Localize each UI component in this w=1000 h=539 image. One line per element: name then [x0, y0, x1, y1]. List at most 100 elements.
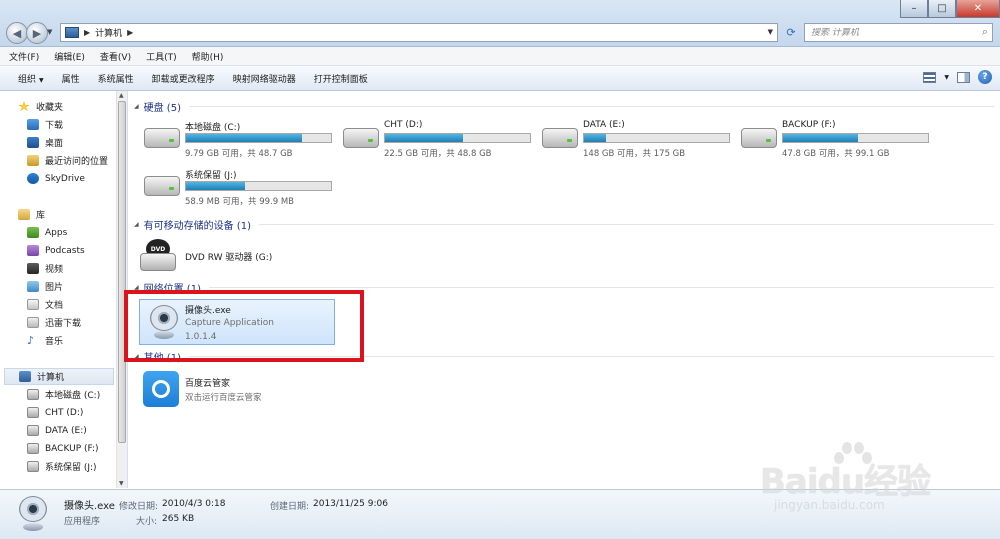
address-dropdown-icon[interactable]: ▼ [768, 28, 773, 36]
menu-view[interactable]: 查看(V) [91, 50, 137, 63]
nav-scrollbar-thumb[interactable] [118, 101, 126, 443]
hard-drive-icon [27, 425, 39, 436]
documents-icon [27, 299, 39, 310]
search-icon[interactable]: ⌕ [982, 25, 988, 39]
recent-pages-dropdown[interactable]: ▼ [47, 28, 52, 36]
nav-item-documents[interactable]: 文档 [27, 296, 127, 313]
menu-edit[interactable]: 编辑(E) [45, 50, 91, 63]
drive-size: 22.5 GB 可用，共 48.8 GB [384, 149, 492, 159]
details-modified-value: 2010/4/3 0:18 [162, 499, 226, 509]
nav-favorites[interactable]: 收藏夹 [18, 98, 127, 115]
baidu-cloud-icon[interactable] [143, 371, 179, 407]
other-item-name[interactable]: 百度云管家 [185, 376, 230, 389]
nav-item-recent-places[interactable]: 最近访问的位置 [27, 152, 127, 169]
maximize-button[interactable]: □ [928, 0, 956, 18]
nav-computer[interactable]: 计算机 [4, 368, 114, 385]
scroll-up-icon[interactable]: ▲ [119, 92, 124, 99]
nav-label: 桌面 [45, 139, 64, 149]
nav-item-pictures[interactable]: 图片 [27, 278, 127, 295]
nav-item-videos[interactable]: 视频 [27, 260, 127, 277]
menu-help[interactable]: 帮助(H) [183, 50, 230, 63]
back-arrow-icon: ◀ [12, 26, 22, 40]
refresh-icon[interactable]: ⟳ [783, 24, 799, 41]
drive-tile-d[interactable]: CHT (D:) 22.5 GB 可用，共 48.8 GB [335, 117, 531, 159]
group-header-hdd[interactable]: ◢ 硬盘 (5) [134, 99, 994, 114]
group-title: 硬盘 (5) [143, 103, 181, 114]
window-controls: – □ ✕ [900, 0, 1000, 18]
nav-label: 文档 [45, 301, 64, 311]
nav-item-drive-d[interactable]: CHT (D:) [27, 404, 127, 421]
breadcrumb-separator-icon[interactable]: ▶ [127, 28, 133, 37]
nav-item-music[interactable]: ♪ 音乐 [27, 332, 127, 349]
nav-item-drive-f[interactable]: BACKUP (F:) [27, 440, 127, 457]
breadcrumb-separator-icon[interactable]: ▶ [84, 28, 90, 37]
nav-label: 音乐 [45, 337, 64, 347]
dvd-drive-body [140, 253, 176, 271]
nav-item-podcasts[interactable]: Podcasts [27, 242, 127, 259]
scroll-down-icon[interactable]: ▼ [119, 480, 124, 487]
nav-item-skydrive[interactable]: SkyDrive [27, 170, 127, 187]
search-input[interactable] [805, 27, 976, 38]
nav-label: 收藏夹 [36, 103, 64, 113]
nav-label: 系统保留 (J:) [45, 463, 97, 473]
group-divider [258, 224, 994, 225]
breadcrumb-computer[interactable]: 计算机 [95, 26, 122, 39]
collapse-icon[interactable]: ◢ [134, 103, 139, 110]
nav-item-desktop[interactable]: 桌面 [27, 134, 127, 151]
details-file-type: 应用程序 [64, 517, 101, 527]
collapse-icon[interactable]: ◢ [134, 221, 139, 228]
nav-libraries[interactable]: 库 [18, 206, 127, 223]
change-view-icon[interactable] [923, 71, 937, 83]
nav-item-apps[interactable]: Apps [27, 224, 127, 241]
menu-tools[interactable]: 工具(T) [137, 50, 183, 63]
menu-bar: 文件(F) 编辑(E) 查看(V) 工具(T) 帮助(H) [0, 47, 1000, 66]
view-dropdown-icon[interactable]: ▼ [944, 74, 949, 81]
uninstall-program-button[interactable]: 卸载或更改程序 [144, 72, 225, 85]
group-header-removable[interactable]: ◢ 有可移动存储的设备 (1) [134, 217, 994, 232]
details-created-value: 2013/11/25 9:06 [313, 499, 388, 509]
minimize-icon: – [911, 3, 917, 14]
hard-drive-icon [27, 443, 39, 454]
drive-tile-c[interactable]: 本地磁盘 (C:) 9.79 GB 可用，共 48.7 GB [136, 117, 332, 159]
drive-tile-e[interactable]: DATA (E:) 148 GB 可用，共 175 GB [534, 117, 730, 159]
forward-button[interactable]: ▶ [26, 22, 48, 44]
pictures-icon [27, 281, 39, 292]
properties-button[interactable]: 属性 [54, 72, 90, 85]
back-button[interactable]: ◀ [6, 22, 28, 44]
help-icon[interactable]: ? [978, 70, 992, 84]
organize-button[interactable]: 组织 ▼ [0, 72, 54, 85]
address-bar[interactable]: ▶ 计算机 ▶ ▼ [60, 23, 778, 42]
command-bar: 组织 ▼ 属性 系统属性 卸载或更改程序 映射网络驱动器 打开控制面板 ▼ ? [0, 66, 1000, 91]
dvd-drive-name[interactable]: DVD RW 驱动器 (G:) [185, 250, 272, 263]
preview-pane-icon[interactable] [957, 71, 970, 83]
view-controls: ▼ ? [923, 70, 992, 84]
drive-usage-fill [186, 134, 302, 142]
drive-usage-bar [185, 133, 332, 143]
videos-icon [27, 263, 39, 274]
desktop-icon [27, 137, 39, 148]
nav-label: 迅雷下载 [45, 319, 82, 329]
system-properties-button[interactable]: 系统属性 [90, 72, 144, 85]
recent-places-icon [27, 155, 39, 166]
cloud-icon [152, 380, 170, 398]
search-box[interactable]: ⌕ [804, 23, 993, 42]
nav-item-thunder-downloads[interactable]: 迅雷下载 [27, 314, 127, 331]
map-network-drive-button[interactable]: 映射网络驱动器 [225, 72, 306, 85]
nav-item-drive-j[interactable]: 系统保留 (J:) [27, 458, 127, 475]
drive-size: 148 GB 可用，共 175 GB [583, 149, 686, 159]
minimize-button[interactable]: – [900, 0, 928, 18]
nav-item-drive-c[interactable]: 本地磁盘 (C:) [27, 386, 127, 403]
nav-item-downloads[interactable]: 下载 [27, 116, 127, 133]
close-button[interactable]: ✕ [956, 0, 1000, 18]
menu-file[interactable]: 文件(F) [0, 50, 45, 63]
dvd-drive-icon[interactable]: DVD [136, 237, 176, 275]
open-control-panel-button[interactable]: 打开控制面板 [306, 72, 378, 85]
maximize-icon: □ [937, 3, 947, 14]
drive-tile-f[interactable]: BACKUP (F:) 47.8 GB 可用，共 99.1 GB [733, 117, 929, 159]
nav-item-drive-e[interactable]: DATA (E:) [27, 422, 127, 439]
hard-drive-icon [542, 128, 578, 148]
hard-drive-icon [741, 128, 777, 148]
skydrive-icon [27, 173, 39, 184]
podcasts-icon [27, 245, 39, 256]
drive-tile-j[interactable]: 系统保留 (J:) 58.9 MB 可用，共 99.9 MB [136, 165, 332, 207]
